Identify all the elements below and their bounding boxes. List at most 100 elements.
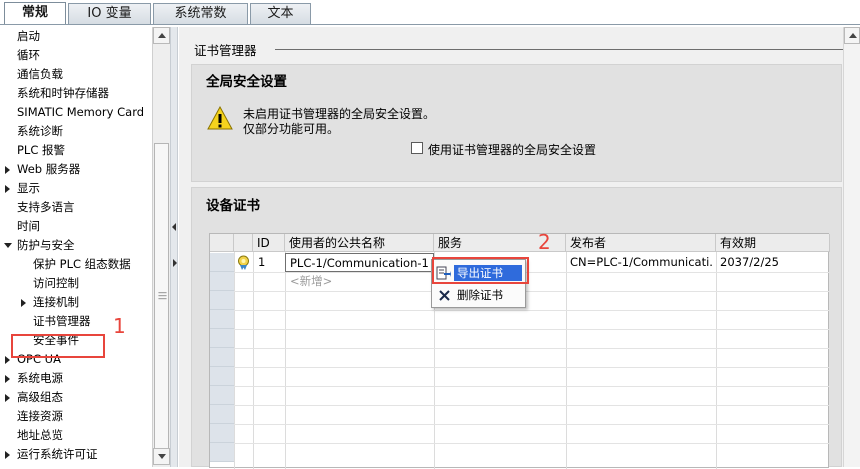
column-header-valid-until[interactable]: 有效期 [716, 234, 830, 252]
tree-item-protect-plc-config[interactable]: 保护 PLC 组态数据 [33, 255, 131, 274]
delete-x-icon [439, 290, 450, 301]
tab-texts[interactable]: 文本 [250, 3, 311, 24]
tree-item-cycle[interactable]: 循环 [17, 46, 40, 65]
grid-line [253, 252, 254, 469]
row-header[interactable] [210, 424, 234, 443]
expand-arrow-icon[interactable] [5, 356, 10, 364]
certificate-icon [238, 255, 249, 270]
tree-item-protection-security[interactable]: 防护与安全 [17, 236, 75, 255]
scroll-up-button[interactable] [844, 27, 860, 44]
status-column-header [234, 234, 253, 252]
expand-arrow-icon[interactable] [5, 166, 10, 174]
tree-item-plc-alarms[interactable]: PLC 报警 [17, 141, 65, 160]
column-header-subject[interactable]: 使用者的公共名称 [285, 234, 434, 252]
annotation-highlight-box [11, 334, 105, 358]
grid-line [285, 252, 286, 469]
expand-arrow-icon[interactable] [5, 451, 10, 459]
expand-arrow-icon[interactable] [5, 375, 10, 383]
row-header[interactable] [210, 348, 234, 367]
tree-item-multilingual[interactable]: 支持多语言 [17, 198, 75, 217]
chevron-down-icon [158, 454, 166, 459]
cell-subject[interactable]: PLC-1/Communication-1 [285, 253, 434, 272]
cell-issuer[interactable]: CN=PLC-1/Communicati... [570, 253, 714, 272]
warning-icon [207, 106, 233, 130]
tab-general[interactable]: 常规 [4, 2, 66, 25]
expand-arrow-icon[interactable] [5, 185, 10, 193]
tree-item-web-server[interactable]: Web 服务器 [17, 160, 80, 179]
tab-io-tags[interactable]: IO 变量 [68, 3, 151, 24]
section-heading: 设备证书 [206, 198, 260, 214]
row-header[interactable] [210, 443, 234, 462]
annotation-step-2: 2 [538, 230, 551, 254]
grid-line [210, 367, 830, 368]
row-header[interactable] [210, 329, 234, 348]
tree-item-access-control[interactable]: 访问控制 [33, 274, 79, 293]
column-header-id[interactable]: ID [253, 234, 285, 252]
panel-title: 证书管理器 [194, 43, 257, 58]
panel-scrollbar[interactable] [843, 27, 860, 467]
menu-item-label: 删除证书 [457, 288, 503, 302]
properties-panel: 证书管理器 全局安全设置 未启用证书管理器的全局安全设置。 仅部分功能可用。 使… [179, 27, 860, 469]
collapse-arrow-icon[interactable] [4, 243, 12, 248]
grid-line [210, 443, 830, 444]
global-security-section: 全局安全设置 未启用证书管理器的全局安全设置。 仅部分功能可用。 使用证书管理器… [191, 64, 842, 182]
grid-line [210, 348, 830, 349]
row-header[interactable] [210, 310, 234, 329]
row-header[interactable] [210, 253, 234, 272]
pane-splitter[interactable] [170, 27, 178, 467]
tree-item-address-overview[interactable]: 地址总览 [17, 426, 63, 445]
row-header[interactable] [210, 272, 234, 291]
grid-line [716, 252, 717, 469]
tree-item-system-clock-memory[interactable]: 系统和时钟存储器 [17, 84, 109, 103]
tree-item-certificate-manager[interactable]: 证书管理器 [33, 312, 91, 331]
device-certificates-section: 设备证书 ID 使用者的公共名称 服务 发布者 有效期 1 PLC-1/Comm… [191, 187, 842, 469]
tree-item-time[interactable]: 时间 [17, 217, 40, 236]
tree-item-system-power[interactable]: 系统电源 [17, 369, 63, 388]
tree-scrollbar[interactable]: — — — [152, 27, 170, 467]
grid-line [210, 310, 830, 311]
expand-arrow-icon[interactable] [5, 394, 10, 402]
chevron-up-icon [158, 33, 166, 38]
tree-item-connection-mechanisms[interactable]: 连接机制 [33, 293, 79, 312]
tree-item-startup[interactable]: 启动 [17, 27, 40, 46]
tree-item-memory-card[interactable]: SIMATIC Memory Card [17, 103, 144, 122]
section-heading: 全局安全设置 [206, 74, 287, 90]
grid-line [234, 252, 235, 469]
tree-item-connection-resources[interactable]: 连接资源 [17, 407, 63, 426]
warning-text-line2: 仅部分功能可用。 [243, 122, 340, 136]
menu-item-delete-certificate[interactable]: 删除证书 [434, 285, 523, 305]
tree-item-system-diagnostics[interactable]: 系统诊断 [17, 122, 63, 141]
row-header[interactable] [210, 291, 234, 310]
expand-arrow-icon[interactable] [21, 299, 26, 307]
row-header-corner [210, 234, 234, 252]
grid-line [210, 405, 830, 406]
tab-system-constants[interactable]: 系统常数 [153, 3, 248, 24]
row-header[interactable] [210, 405, 234, 424]
tree-item-runtime-licenses[interactable]: 运行系统许可证 [17, 445, 98, 464]
grid-line [566, 252, 567, 469]
scroll-down-button[interactable] [153, 448, 170, 465]
chevron-up-icon [849, 33, 857, 38]
grid-line [210, 424, 830, 425]
grip-icon: — — — [158, 288, 167, 304]
cell-valid-until[interactable]: 2037/2/25 [720, 253, 828, 272]
tree-item-comm-load[interactable]: 通信负载 [17, 65, 63, 84]
scroll-up-button[interactable] [153, 27, 170, 44]
title-divider [275, 49, 845, 50]
annotation-highlight-box [432, 257, 529, 284]
scroll-thumb[interactable]: — — — [154, 143, 169, 453]
column-header-issuer[interactable]: 发布者 [566, 234, 716, 252]
grid-line [210, 329, 830, 330]
checkbox-label[interactable]: 使用证书管理器的全局安全设置 [428, 141, 596, 158]
row-header[interactable] [210, 367, 234, 386]
tree-item-advanced-config[interactable]: 高级组态 [17, 388, 63, 407]
add-new-row[interactable]: <新增> [290, 272, 430, 291]
cell-id[interactable]: 1 [258, 253, 284, 272]
tree-item-display[interactable]: 显示 [17, 179, 40, 198]
panel-header: 证书管理器 [179, 27, 860, 64]
tab-bar: 常规 IO 变量 系统常数 文本 [0, 0, 860, 25]
row-header[interactable] [210, 386, 234, 405]
collapse-left-icon[interactable] [172, 223, 176, 231]
global-security-checkbox[interactable] [411, 142, 423, 154]
expand-right-icon[interactable] [173, 259, 177, 267]
